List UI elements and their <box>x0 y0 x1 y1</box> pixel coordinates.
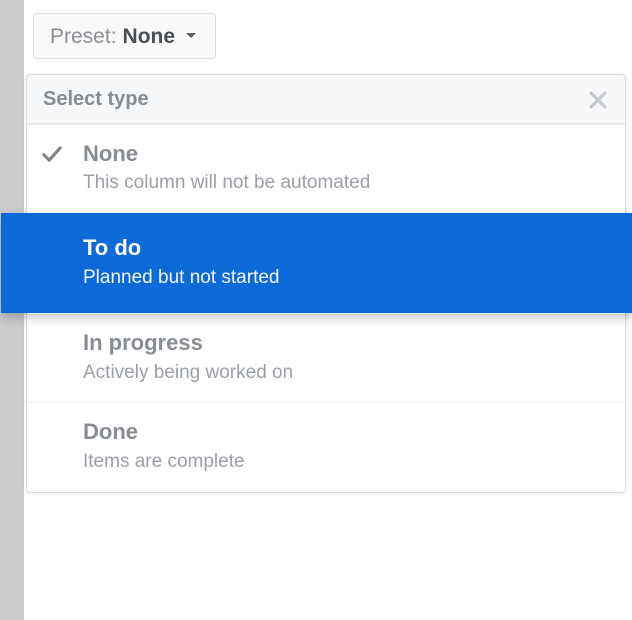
option-title: To do <box>83 235 611 261</box>
preset-dropdown-button[interactable]: Preset: None <box>33 13 216 59</box>
option-title: None <box>83 141 609 167</box>
option-desc: Actively being worked on <box>83 361 609 385</box>
preset-option-none[interactable]: None This column will not be automated <box>27 124 625 213</box>
preset-value: None <box>123 26 176 47</box>
preset-dropdown-menu[interactable]: Select type None This column will not be… <box>26 74 626 493</box>
option-desc: Planned but not started <box>83 266 611 290</box>
close-icon[interactable] <box>587 89 609 111</box>
dropdown-header: Select type <box>27 75 625 124</box>
option-title: In progress <box>83 330 609 356</box>
option-desc: Items are complete <box>83 450 609 474</box>
option-desc: This column will not be automated <box>83 171 609 195</box>
preset-label: Preset: <box>50 26 117 47</box>
check-icon <box>41 143 63 165</box>
preset-option-in-progress[interactable]: In progress Actively being worked on <box>27 313 625 402</box>
preset-option-done[interactable]: Done Items are complete <box>27 402 625 491</box>
dropdown-title: Select type <box>43 88 149 111</box>
option-title: Done <box>83 419 609 445</box>
preset-option-todo[interactable]: To do Planned but not started <box>1 213 632 313</box>
caret-down-icon <box>185 32 197 40</box>
